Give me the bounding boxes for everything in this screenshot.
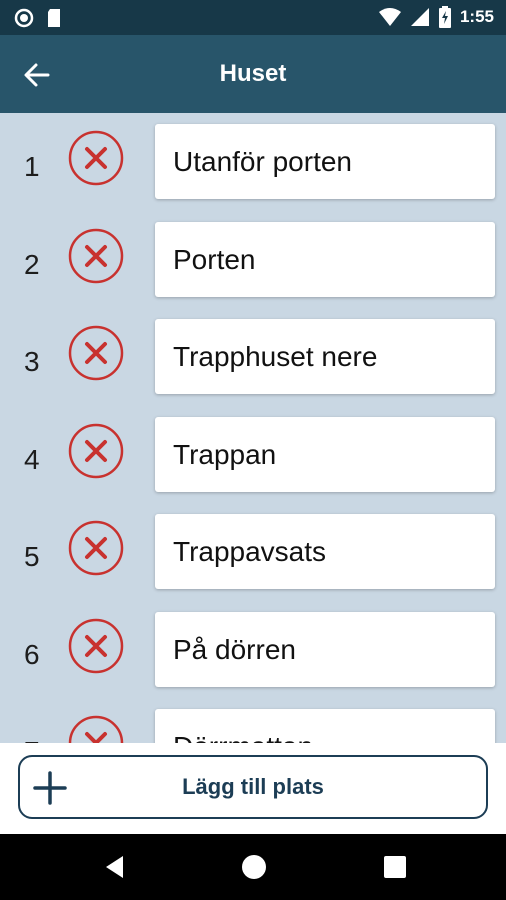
record-icon — [14, 8, 34, 28]
wifi-icon — [378, 8, 401, 26]
add-place-label: Lägg till plats — [182, 774, 324, 799]
place-name-field[interactable]: Trappavsats — [155, 514, 495, 589]
app-bar: Huset — [0, 35, 506, 113]
system-nav-bar — [0, 834, 506, 900]
home-circle-icon[interactable] — [240, 853, 268, 881]
close-circle-icon — [68, 520, 124, 576]
row-number: 2 — [24, 249, 40, 280]
place-name-field[interactable]: Porten — [155, 222, 495, 297]
close-circle-icon — [68, 618, 124, 674]
close-circle-icon — [68, 423, 124, 479]
row-number: 5 — [24, 541, 40, 572]
close-circle-icon — [68, 130, 124, 186]
add-place-button[interactable]: Lägg till plats — [18, 755, 488, 819]
place-row: 7 Dörrmattan — [0, 698, 506, 743]
place-row: 3 Trapphuset nere — [0, 308, 506, 406]
delete-place-button[interactable] — [68, 228, 124, 284]
close-circle-icon — [68, 715, 124, 743]
battery-charging-icon — [438, 6, 451, 28]
delete-place-button[interactable] — [68, 325, 124, 381]
delete-place-button[interactable] — [68, 423, 124, 479]
row-number: 1 — [24, 151, 40, 182]
signal-icon — [410, 8, 429, 26]
place-row: 2 Porten — [0, 211, 506, 309]
row-number: 3 — [24, 346, 40, 377]
bottom-panel: Lägg till plats — [0, 743, 506, 834]
row-number: 6 — [24, 639, 40, 670]
sd-card-icon — [48, 9, 60, 27]
back-button[interactable] — [18, 57, 58, 93]
back-triangle-icon[interactable] — [101, 853, 129, 881]
delete-place-button[interactable] — [68, 520, 124, 576]
place-name-field[interactable]: Utanför porten — [155, 124, 495, 199]
delete-place-button[interactable] — [68, 130, 124, 186]
place-name-field[interactable]: Dörrmattan — [155, 709, 495, 743]
place-row: 4 Trappan — [0, 406, 506, 504]
close-circle-icon — [68, 325, 124, 381]
recents-square-icon[interactable] — [381, 853, 409, 881]
delete-place-button[interactable] — [68, 618, 124, 674]
status-time: 1:55 — [459, 7, 494, 26]
page-title: Huset — [219, 60, 287, 87]
close-circle-icon — [68, 228, 124, 284]
place-row: 1 Utanför porten — [0, 113, 506, 211]
arrow-left-icon — [24, 63, 50, 87]
place-name-field[interactable]: Trapphuset nere — [155, 319, 495, 394]
row-number: 4 — [24, 444, 40, 475]
place-name-field[interactable]: Trappan — [155, 417, 495, 492]
place-list[interactable]: 1 Utanför porten 2 Porten 3 Trapphuset n — [0, 113, 506, 743]
status-bar: 1:55 — [0, 0, 506, 35]
place-row: 5 Trappavsats — [0, 503, 506, 601]
place-row: 6 På dörren — [0, 601, 506, 699]
place-name-field[interactable]: På dörren — [155, 612, 495, 687]
row-number: 7 — [24, 736, 40, 743]
delete-place-button[interactable] — [68, 715, 124, 743]
